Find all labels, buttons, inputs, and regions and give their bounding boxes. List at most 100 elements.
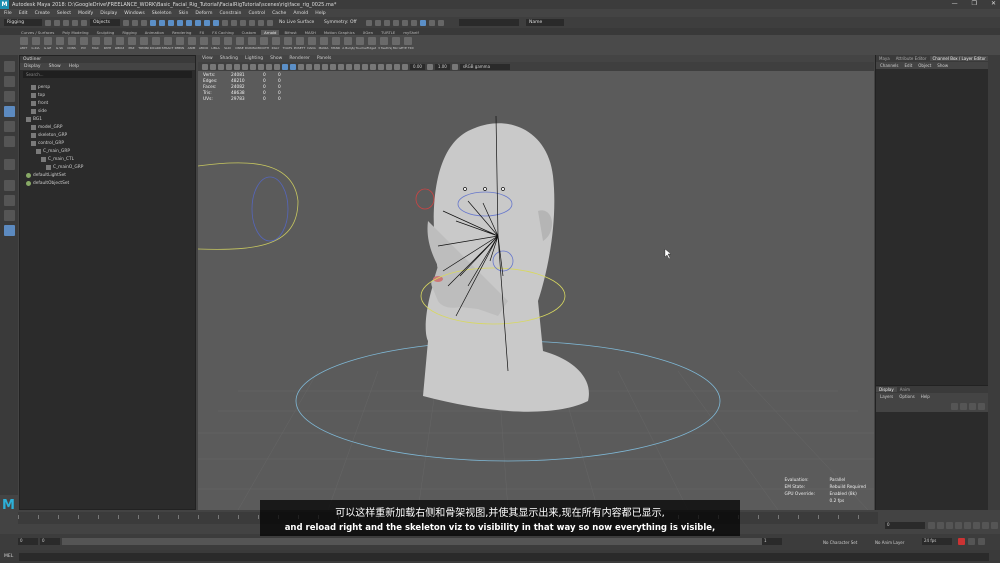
outliner-item[interactable]: control_GRP (26, 139, 195, 147)
shelf-button[interactable]: PIV (78, 37, 89, 53)
edit-menu[interactable]: Edit (905, 63, 913, 68)
tab-anim-layers[interactable]: Anim (897, 387, 913, 392)
shelf-button[interactable]: Fidget (366, 37, 377, 53)
channels-menu[interactable]: Channels (880, 63, 899, 68)
step-back-key-icon[interactable] (937, 522, 944, 529)
select-misc-icon[interactable] (213, 19, 219, 26)
shadows-icon[interactable] (330, 63, 336, 70)
outliner-item[interactable]: C_main_GRP (26, 147, 195, 155)
lights-icon[interactable] (322, 63, 328, 70)
undo-icon[interactable] (72, 19, 78, 26)
paint-select-icon[interactable] (3, 91, 15, 102)
ipr-render-icon[interactable] (393, 19, 399, 26)
go-to-start-icon[interactable] (928, 522, 935, 529)
outliner-item[interactable]: C_mainO_GRP (26, 163, 195, 171)
shelf-button[interactable]: RICARD (150, 37, 161, 53)
tab-maya[interactable]: Maya (876, 56, 893, 61)
smooth-shade-icon[interactable] (290, 63, 296, 70)
minimize-icon[interactable]: — (952, 0, 958, 7)
new-scene-icon[interactable] (45, 19, 51, 26)
side-by-side-icon[interactable] (3, 210, 15, 221)
menu-windows[interactable]: Windows (124, 11, 145, 16)
shelf-button[interactable]: SLIO (222, 37, 233, 53)
menu-help[interactable]: Help (315, 11, 325, 16)
fps-dropdown[interactable]: 24 fps (922, 538, 952, 545)
close-icon[interactable]: ✕ (991, 0, 996, 7)
outliner-menu-show[interactable]: Show (49, 64, 61, 69)
default-material-icon[interactable] (298, 63, 304, 70)
select-joints-icon[interactable] (159, 19, 165, 26)
select-handles-icon[interactable] (150, 19, 156, 26)
outliner-item[interactable]: front (26, 99, 195, 107)
camera-select-icon[interactable] (202, 63, 208, 70)
scale-tool-icon[interactable] (3, 136, 15, 147)
shelf-button[interactable]: Sj Mirror (389, 37, 402, 53)
tab-attribute-editor[interactable]: Attribute Editor (893, 56, 930, 61)
menu-deform[interactable]: Deform (195, 11, 212, 16)
shelf-button[interactable]: CONS (66, 37, 77, 53)
outliner-layout-icon[interactable] (3, 225, 15, 236)
options-menu[interactable]: Options (899, 394, 914, 399)
hierarchy-mode-icon[interactable] (123, 19, 129, 26)
select-deformations-icon[interactable] (186, 19, 192, 26)
menu-skeleton[interactable]: Skeleton (152, 11, 172, 16)
single-view-icon[interactable] (3, 180, 15, 191)
last-tool-icon[interactable] (3, 159, 15, 170)
field-chart-icon[interactable] (266, 63, 272, 70)
layers-menu[interactable]: Layers (880, 394, 893, 399)
shelf-button[interactable]: MOUTH (258, 37, 269, 53)
mash-icon[interactable] (438, 19, 444, 26)
open-scene-icon[interactable] (54, 19, 60, 26)
outliner-item[interactable]: top (26, 91, 195, 99)
color-management-icon[interactable] (451, 63, 458, 70)
shelf-button[interactable]: AMOO (198, 37, 209, 53)
outliner-item[interactable]: defaultObjectSet (26, 179, 195, 187)
go-to-end-icon[interactable] (991, 522, 998, 529)
image-plane-icon[interactable] (226, 63, 232, 70)
film-gate-icon[interactable] (242, 63, 248, 70)
symmetry-dropdown[interactable]: Symmetry: Off (321, 19, 363, 26)
motion-blur-icon[interactable] (346, 63, 352, 70)
tab-display-layers[interactable]: Display (876, 387, 897, 392)
play-forward-icon[interactable] (964, 522, 971, 529)
shelf-button[interactable]: MANIA (318, 37, 329, 53)
new-layer-selected-icon[interactable] (978, 403, 985, 410)
layer-up-icon[interactable] (951, 403, 958, 410)
move-tool-icon[interactable] (3, 106, 15, 117)
range-bar[interactable] (62, 538, 762, 545)
anim-layer-label[interactable]: No Anim Layer (875, 540, 904, 545)
select-tool-icon[interactable] (3, 61, 15, 72)
menu-modify[interactable]: Modify (78, 11, 93, 16)
object-mode-icon[interactable] (132, 19, 138, 26)
snap-curve-icon[interactable] (240, 19, 246, 26)
lasso-tool-icon[interactable] (3, 76, 15, 87)
redo-icon[interactable] (81, 19, 87, 26)
xray-icon[interactable] (378, 63, 384, 70)
menu-edit[interactable]: Edit (19, 11, 28, 16)
anti-aliasing-icon[interactable] (354, 63, 360, 70)
outliner-item[interactable]: defaultLightSet (26, 171, 195, 179)
gamma-field[interactable]: 1.00 (434, 63, 450, 70)
select-dynamics-icon[interactable] (195, 19, 201, 26)
xgen-icon[interactable] (429, 19, 435, 26)
shelf-button[interactable]: G.SK (54, 37, 65, 53)
character-set-label[interactable]: No Character Set (823, 540, 857, 545)
snap-grid-icon[interactable] (231, 19, 237, 26)
tab-channel-box[interactable]: Channel Box / Layer Editor (929, 56, 989, 61)
new-layer-icon[interactable] (969, 403, 976, 410)
playback-end-field[interactable]: 1 (762, 538, 782, 545)
step-back-frame-icon[interactable] (946, 522, 953, 529)
input-field[interactable] (459, 19, 519, 26)
camera-attributes-icon[interactable] (210, 63, 216, 70)
shelf-button[interactable]: LIBLA (210, 37, 221, 53)
auto-key-icon[interactable] (958, 538, 965, 545)
xray-active-icon[interactable] (394, 63, 400, 70)
layer-help-menu[interactable]: Help (921, 394, 930, 399)
viewport-panel[interactable]: View Shading Lighting Show Renderer Pane… (198, 55, 874, 510)
menu-select[interactable]: Select (57, 11, 71, 16)
viewport-menu-view[interactable]: View (202, 56, 213, 61)
outliner-item[interactable]: skeleton_GRP (26, 131, 195, 139)
outliner-item[interactable]: C_main_CTL (26, 155, 195, 163)
menuset-dropdown[interactable]: Rigging (4, 19, 42, 26)
range-start-field[interactable]: 0 (18, 538, 38, 545)
